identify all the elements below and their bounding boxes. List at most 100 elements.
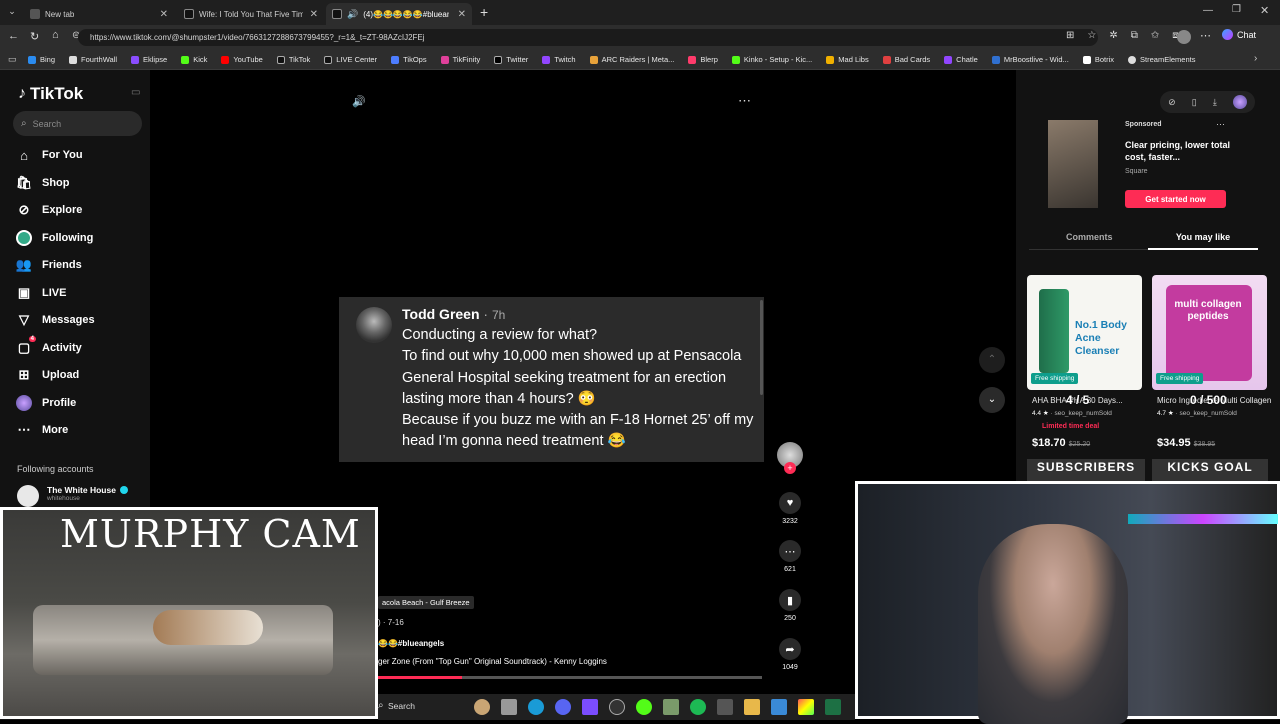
minimize-icon[interactable]: —: [1203, 5, 1213, 16]
taskbar-discord-icon[interactable]: [555, 699, 571, 715]
creator-avatar-follow[interactable]: +: [777, 442, 803, 474]
taskbar-grid-app-icon[interactable]: [582, 699, 598, 715]
bookmark-mrboostlive[interactable]: MrBoostlive - Wid...: [991, 55, 1069, 64]
ad-title[interactable]: Clear pricing, lower total cost, faster.…: [1125, 139, 1235, 163]
nav-following[interactable]: Following: [16, 230, 93, 246]
user-avatar[interactable]: [1232, 95, 1247, 109]
profile-avatar[interactable]: [1177, 30, 1191, 44]
nav-shop[interactable]: 🛍 Shop: [16, 175, 70, 191]
download-icon[interactable]: ⤓: [1213, 97, 1217, 108]
taskbar-steam-icon[interactable]: [717, 699, 733, 715]
nav-activity[interactable]: ▢ 4 Activity: [16, 336, 82, 356]
favorite-star-icon[interactable]: ☆: [1087, 30, 1096, 41]
tab-you-may-like[interactable]: You may like: [1148, 232, 1258, 242]
follow-plus-icon[interactable]: +: [784, 462, 796, 474]
video-music[interactable]: ger Zone (From "Top Gun" Original Soundt…: [378, 657, 607, 666]
tab-new-tab[interactable]: New tab ✕: [24, 3, 174, 25]
speaker-icon[interactable]: 🔊: [347, 9, 358, 20]
split-screen-icon[interactable]: ⊞: [1066, 30, 1074, 41]
mobile-icon[interactable]: ⊘: [1168, 97, 1176, 108]
bookmark-botrix[interactable]: Botrix: [1082, 55, 1114, 64]
bookmark-tikops[interactable]: TikOps: [391, 55, 427, 64]
nav-more[interactable]: ⋯ More: [16, 422, 69, 438]
bookmark-arc-raiders[interactable]: ARC Raiders | Meta...: [589, 55, 674, 64]
taskbar-kick-icon[interactable]: [636, 699, 652, 715]
address-bar[interactable]: https://www.tiktok.com/@shumpster1/video…: [78, 29, 1098, 46]
device-icon[interactable]: ▯: [1192, 97, 1197, 108]
next-video-button[interactable]: ⌄: [979, 387, 1005, 413]
taskbar-edge-icon[interactable]: [528, 699, 544, 715]
video-progress-bar[interactable]: [378, 676, 762, 679]
copilot-chat-button[interactable]: Chat: [1222, 29, 1256, 40]
favorites-icon[interactable]: ✩: [1151, 30, 1159, 41]
bookmark-mad-libs[interactable]: Mad Libs: [826, 55, 869, 64]
bookmark-fourthwall[interactable]: FourthWall: [69, 55, 117, 64]
bookmark-chatle[interactable]: Chatle: [944, 55, 978, 64]
browser-more-icon[interactable]: ⋯: [1200, 29, 1211, 42]
home-icon[interactable]: ⌂: [52, 29, 59, 41]
close-tab-icon[interactable]: ✕: [458, 9, 466, 20]
comment-button[interactable]: ⋯ 621: [779, 540, 801, 573]
tab-list-menu-icon[interactable]: ⌄: [5, 6, 19, 20]
bookmarks-menu-icon[interactable]: ▭: [8, 54, 17, 65]
tab-wife-video[interactable]: Wife: I Told You That Five Times A... ✕: [178, 3, 324, 25]
bookmark-twitch[interactable]: Twitch: [542, 55, 576, 64]
bookmark-twitter[interactable]: Twitter: [494, 55, 528, 64]
taskbar-folder-icon[interactable]: [744, 699, 760, 715]
bookmark-live-center[interactable]: LIVE Center: [324, 55, 377, 64]
search-input[interactable]: ⌕ Search: [13, 111, 142, 136]
bookmark-tikfinity[interactable]: TikFinity: [440, 55, 480, 64]
extensions-icon[interactable]: ✲: [1109, 30, 1117, 41]
nav-profile[interactable]: Profile: [16, 395, 76, 411]
bookmarks-overflow-icon[interactable]: ›: [1254, 53, 1257, 64]
close-tab-icon[interactable]: ✕: [310, 9, 318, 20]
taskbar-excel-icon[interactable]: [825, 699, 841, 715]
video-hashtag[interactable]: 😂😂#blueangels: [378, 639, 444, 648]
taskbar-app-icon[interactable]: [663, 699, 679, 715]
close-window-icon[interactable]: ✕: [1260, 4, 1269, 17]
nav-explore[interactable]: ⊘ Explore: [16, 202, 83, 218]
nav-for-you[interactable]: ⌂ For You: [16, 147, 82, 163]
following-account-item[interactable]: The White House whitehouse: [17, 485, 128, 507]
tab-comments[interactable]: Comments: [1066, 232, 1113, 242]
bookmark-youtube[interactable]: YouTube: [221, 55, 263, 64]
nav-live[interactable]: ▣ LIVE: [16, 285, 67, 301]
nav-messages[interactable]: ▽ Messages: [16, 312, 95, 328]
refresh-icon[interactable]: ↻: [30, 30, 39, 43]
bookmark-tiktok[interactable]: TikTok: [276, 55, 310, 64]
volume-icon[interactable]: 🔊: [352, 95, 366, 108]
extensions-puzzle-icon[interactable]: ⧉: [1131, 30, 1138, 41]
taskbar-search[interactable]: Search: [388, 701, 415, 711]
bookmark-blerp[interactable]: Blerp: [688, 55, 718, 64]
bookmark-streamelements[interactable]: StreamElements: [1128, 55, 1195, 64]
get-started-button[interactable]: Get started now: [1125, 190, 1226, 208]
product-title[interactable]: AHA BHA PHA 30 Days...: [1032, 396, 1147, 405]
back-icon[interactable]: ←: [8, 30, 19, 42]
product-card-image[interactable]: No.1 Body Acne Cleanser Free shipping: [1027, 275, 1142, 390]
bookmark-kinko[interactable]: Kinko - Setup - Kic...: [731, 55, 812, 64]
taskbar-file-explorer-icon[interactable]: [501, 699, 517, 715]
bookmark-eklipse[interactable]: Eklipse: [131, 55, 167, 64]
nav-friends[interactable]: 👥 Friends: [16, 257, 82, 273]
taskbar-paint-icon[interactable]: [798, 699, 814, 715]
bookmark-kick[interactable]: Kick: [181, 55, 207, 64]
close-tab-icon[interactable]: ✕: [160, 9, 168, 20]
previous-video-button[interactable]: ⌃: [979, 347, 1005, 373]
bookmark-bing[interactable]: Bing: [28, 55, 55, 64]
collapse-sidebar-icon[interactable]: ▭: [131, 87, 140, 98]
tab-blueangels-video[interactable]: 🔊 (4)😂😂😂😂😂#blueangels ✕: [326, 3, 472, 25]
like-button[interactable]: ♥ 3232: [779, 492, 801, 525]
save-button[interactable]: ▮ 250: [779, 589, 801, 622]
share-button[interactable]: ➦ 1049: [779, 638, 801, 671]
taskbar-copilot-icon[interactable]: [474, 699, 490, 715]
product-card-image[interactable]: multi collagen peptides Free shipping: [1152, 275, 1267, 390]
new-tab-button[interactable]: +: [480, 4, 488, 20]
nav-upload[interactable]: ⊞ Upload: [16, 367, 80, 383]
video-more-options-icon[interactable]: ⋯: [738, 93, 751, 109]
taskbar-obs-icon[interactable]: [609, 699, 625, 715]
ad-image[interactable]: [1048, 120, 1098, 208]
ad-more-icon[interactable]: ⋯: [1216, 119, 1225, 130]
tiktok-logo[interactable]: ♪ TikTok: [18, 84, 83, 104]
taskbar-notes-icon[interactable]: [771, 699, 787, 715]
taskbar-spotify-icon[interactable]: [690, 699, 706, 715]
